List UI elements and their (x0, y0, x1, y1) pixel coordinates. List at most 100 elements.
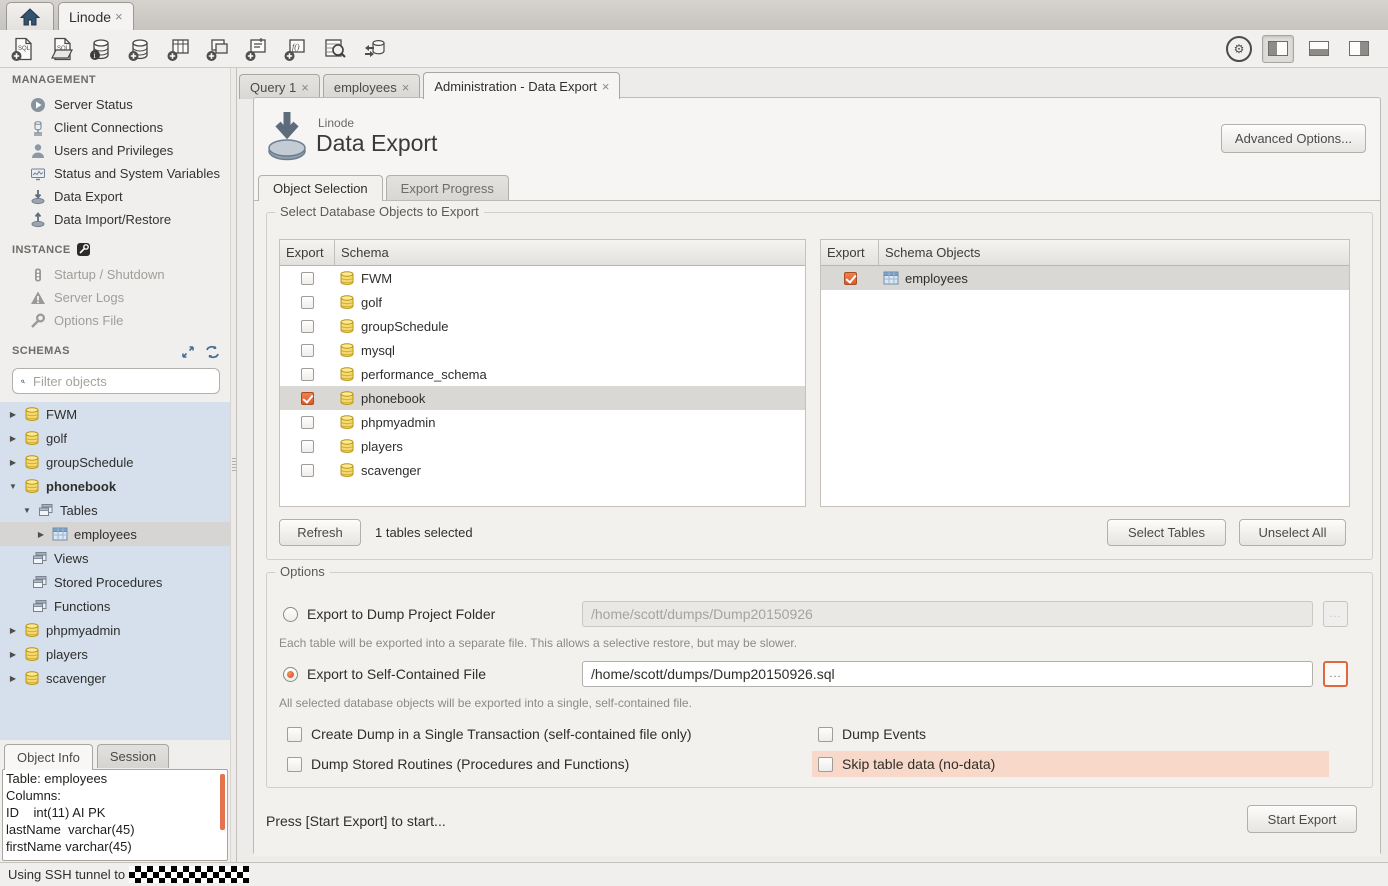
close-icon[interactable]: × (115, 9, 123, 24)
chevron-right-icon[interactable]: ▶ (8, 434, 18, 443)
sidebar-splitter[interactable] (230, 68, 237, 862)
table-row-selected[interactable]: employees (821, 266, 1349, 290)
refresh-button[interactable]: Refresh (279, 519, 361, 546)
browse-folder-button[interactable]: ... (1323, 601, 1348, 627)
sidebar-item-client-connections[interactable]: Client Connections (0, 116, 230, 139)
export-checkbox[interactable] (301, 440, 314, 453)
column-header-export[interactable]: Export (821, 240, 879, 265)
toggle-right-sidebar-button[interactable] (1344, 36, 1374, 62)
open-sql-script-button[interactable]: SQL (47, 35, 77, 63)
export-checkbox[interactable] (301, 272, 314, 285)
close-icon[interactable]: × (602, 79, 610, 94)
dump-stored-routines-row[interactable]: Dump Stored Routines (Procedures and Fun… (287, 756, 629, 772)
skip-table-data-row[interactable]: Skip table data (no-data) (812, 751, 1329, 777)
tab-export-progress[interactable]: Export Progress (386, 175, 509, 200)
chevron-right-icon[interactable]: ▶ (8, 458, 18, 467)
search-table-data-button[interactable] (320, 35, 350, 63)
chevron-right-icon[interactable]: ▶ (8, 650, 18, 659)
tab-administration-data-export[interactable]: Administration - Data Export× (423, 72, 620, 99)
export-checkbox[interactable] (301, 296, 314, 309)
tab-employees[interactable]: employees× (323, 74, 420, 99)
tab-session[interactable]: Session (97, 744, 169, 768)
tree-item-schema[interactable]: ▶groupSchedule (0, 450, 230, 474)
tree-item-table-employees[interactable]: ▶employees (0, 522, 230, 546)
chevron-right-icon[interactable]: ▶ (8, 674, 18, 683)
create-view-button[interactable] (203, 35, 233, 63)
scrollbar-thumb[interactable] (220, 774, 225, 830)
start-export-button[interactable]: Start Export (1247, 805, 1357, 833)
select-tables-button[interactable]: Select Tables (1107, 519, 1226, 546)
schema-filter-input[interactable] (31, 373, 211, 390)
gear-icon[interactable]: ⚙ (1226, 36, 1252, 62)
export-checkbox[interactable] (301, 416, 314, 429)
export-checkbox[interactable] (301, 464, 314, 477)
radio-dump-project-folder[interactable] (283, 607, 298, 622)
tree-item-tables-folder[interactable]: ▼Tables (0, 498, 230, 522)
dump-folder-radio-row[interactable]: Export to Dump Project Folder (283, 606, 495, 622)
table-row[interactable]: mysql (280, 338, 805, 362)
tab-query-1[interactable]: Query 1× (239, 74, 320, 99)
dump-stored-routines-checkbox[interactable] (287, 757, 302, 772)
refresh-schemas-icon[interactable] (205, 345, 220, 359)
toggle-left-sidebar-button[interactable] (1262, 35, 1294, 63)
tab-object-selection[interactable]: Object Selection (258, 175, 383, 201)
chevron-right-icon[interactable]: ▶ (36, 530, 46, 539)
advanced-options-button[interactable]: Advanced Options... (1221, 124, 1366, 153)
chevron-down-icon[interactable]: ▼ (22, 506, 32, 515)
dump-folder-path-input[interactable] (582, 601, 1313, 627)
table-row-selected[interactable]: phonebook (280, 386, 805, 410)
tree-item-views-folder[interactable]: Views (0, 546, 230, 570)
export-checkbox[interactable] (301, 344, 314, 357)
sidebar-item-users-privileges[interactable]: Users and Privileges (0, 139, 230, 162)
single-transaction-row[interactable]: Create Dump in a Single Transaction (sel… (287, 726, 692, 742)
table-row[interactable]: FWM (280, 266, 805, 290)
table-row[interactable]: golf (280, 290, 805, 314)
chevron-down-icon[interactable]: ▼ (8, 482, 18, 491)
table-row[interactable]: groupSchedule (280, 314, 805, 338)
tree-item-schema[interactable]: ▶golf (0, 426, 230, 450)
chevron-right-icon[interactable]: ▶ (8, 410, 18, 419)
table-row[interactable]: performance_schema (280, 362, 805, 386)
sidebar-item-server-status[interactable]: Server Status (0, 93, 230, 116)
table-row[interactable]: phpmyadmin (280, 410, 805, 434)
column-header-schema-objects[interactable]: Schema Objects (879, 245, 986, 260)
browse-file-button[interactable]: ... (1323, 661, 1348, 687)
export-checkbox[interactable] (301, 368, 314, 381)
sidebar-item-status-system-variables[interactable]: Status and System Variables (0, 162, 230, 185)
tree-item-schema-phonebook[interactable]: ▼phonebook (0, 474, 230, 498)
tree-item-stored-procedures-folder[interactable]: Stored Procedures (0, 570, 230, 594)
inspect-database-button[interactable]: i (86, 35, 116, 63)
single-transaction-checkbox[interactable] (287, 727, 302, 742)
sidebar-item-startup-shutdown[interactable]: Startup / Shutdown (0, 263, 230, 286)
tree-item-schema[interactable]: ▶phpmyadmin (0, 618, 230, 642)
tree-item-schema[interactable]: ▶scavenger (0, 666, 230, 690)
skip-table-data-checkbox[interactable] (818, 757, 833, 772)
table-row[interactable]: scavenger (280, 458, 805, 482)
create-procedure-button[interactable] (242, 35, 272, 63)
column-header-schema[interactable]: Schema (335, 245, 395, 260)
dump-events-checkbox[interactable] (818, 727, 833, 742)
sidebar-item-data-export[interactable]: Data Export (0, 185, 230, 208)
column-header-export[interactable]: Export (280, 240, 335, 265)
unselect-all-button[interactable]: Unselect All (1239, 519, 1346, 546)
dump-events-row[interactable]: Dump Events (818, 726, 926, 742)
create-table-button[interactable] (164, 35, 194, 63)
export-checkbox[interactable] (301, 392, 314, 405)
expand-schemas-icon[interactable] (181, 345, 195, 359)
tree-item-functions-folder[interactable]: Functions (0, 594, 230, 618)
close-icon[interactable]: × (301, 80, 309, 95)
toggle-bottom-panel-button[interactable] (1304, 36, 1334, 62)
self-contained-path-input[interactable] (582, 661, 1313, 687)
new-query-tab-button[interactable]: SQL (8, 35, 38, 63)
sidebar-item-options-file[interactable]: Options File (0, 309, 230, 332)
connection-tab[interactable]: Linode × (58, 2, 134, 30)
chevron-right-icon[interactable]: ▶ (8, 626, 18, 635)
radio-self-contained-file[interactable] (283, 667, 298, 682)
sidebar-item-server-logs[interactable]: Server Logs (0, 286, 230, 309)
tab-object-info[interactable]: Object Info (4, 744, 93, 770)
export-checkbox[interactable] (844, 272, 857, 285)
create-schema-button[interactable] (125, 35, 155, 63)
export-checkbox[interactable] (301, 320, 314, 333)
table-row[interactable]: players (280, 434, 805, 458)
tree-item-schema[interactable]: ▶players (0, 642, 230, 666)
